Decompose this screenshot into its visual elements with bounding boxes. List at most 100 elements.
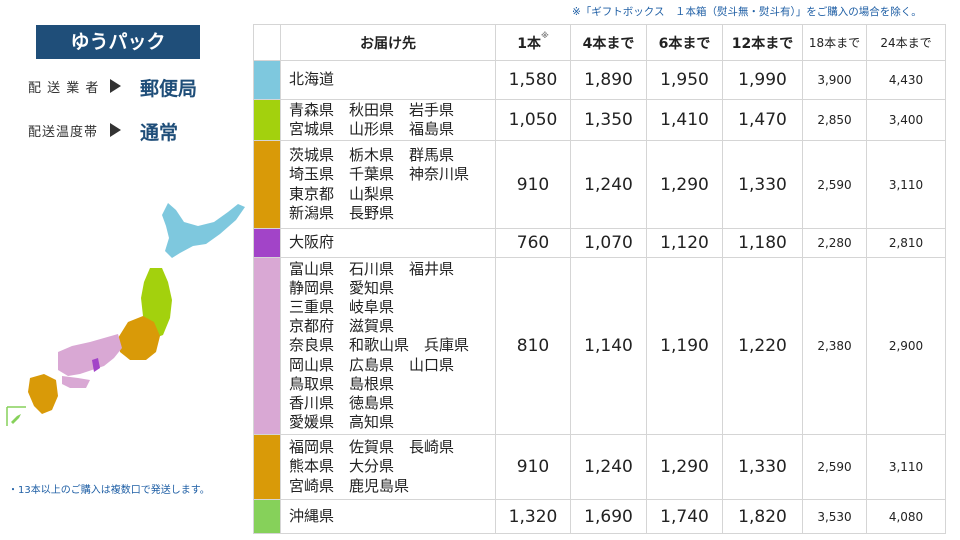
destination-cell: 茨城県 栃木県 群馬県 埼玉県 千葉県 神奈川県 東京都 山梨県 新潟県 長野県 xyxy=(280,140,496,229)
price-cell: 4,080 xyxy=(866,499,946,534)
prefecture-line: 北海道 xyxy=(289,70,335,89)
prefecture-line: 京都府 滋賀県 xyxy=(289,317,395,336)
prefecture-line: 茨城県 栃木県 群馬県 xyxy=(289,146,455,165)
exclusion-note: ※「ギフトボックス １本箱（熨斗無・熨斗有）」をご購入の場合を除く。 xyxy=(572,6,922,18)
prefecture-line: 新潟県 長野県 xyxy=(289,203,395,222)
price-cell: 1,290 xyxy=(646,140,723,229)
arrow-right-icon xyxy=(110,79,121,93)
temperature-label: 配送温度帯 xyxy=(28,125,99,140)
price-cell: 3,400 xyxy=(866,99,946,141)
price-cell: 4,430 xyxy=(866,60,946,100)
header-swatch xyxy=(253,24,281,61)
prefecture-line: 宮城県 山形県 福島県 xyxy=(289,120,455,138)
header-destination: お届け先 xyxy=(280,24,496,61)
price-cell: 2,900 xyxy=(866,257,946,435)
price-cell: 2,280 xyxy=(802,228,867,258)
prefecture-line: 愛媛県 高知県 xyxy=(289,413,395,432)
table-header-row: お届け先 1本※ 4本まで 6本まで 12本まで 18本まで 24本まで xyxy=(253,24,946,61)
price-cell: 1,290 xyxy=(646,434,723,500)
price-cell: 1,330 xyxy=(722,434,803,500)
price-cell: 760 xyxy=(495,228,571,258)
price-cell: 1,580 xyxy=(495,60,571,100)
table-row: 北海道 1,580 1,890 1,950 1,990 3,900 4,430 xyxy=(253,60,946,100)
header-4-bottles: 4本まで xyxy=(570,24,647,61)
table-row: 大阪府 760 1,070 1,120 1,180 2,280 2,810 xyxy=(253,228,946,258)
prefecture-line: 熊本県 大分県 xyxy=(289,457,395,476)
prefecture-line: 富山県 石川県 福井県 xyxy=(289,259,455,278)
map-chubu-kinki-chugoku xyxy=(58,334,122,376)
price-cell: 3,110 xyxy=(866,140,946,229)
price-cell: 2,850 xyxy=(802,99,867,141)
price-cell: 1,330 xyxy=(722,140,803,229)
price-cell: 1,690 xyxy=(570,499,647,534)
prefecture-line: 静岡県 愛知県 xyxy=(289,278,395,297)
price-cell: 1,320 xyxy=(495,499,571,534)
price-cell: 3,110 xyxy=(866,434,946,500)
region-color-swatch xyxy=(253,60,281,100)
price-cell: 1,890 xyxy=(570,60,647,100)
price-cell: 1,990 xyxy=(722,60,803,100)
price-cell: 1,350 xyxy=(570,99,647,141)
header-6-bottles: 6本まで xyxy=(646,24,723,61)
header-18-bottles: 18本まで xyxy=(802,24,867,61)
prefecture-line: 香川県 徳島県 xyxy=(289,394,395,412)
multi-package-note: ・13本以上のご購入は複数口で発送します。 xyxy=(8,485,210,496)
table-row: 青森県 秋田県 岩手県 宮城県 山形県 福島県 1,050 1,350 1,410 1,4… xyxy=(253,99,946,141)
carrier-label: 配 送 業 者 xyxy=(28,81,100,96)
arrow-right-icon xyxy=(110,123,121,137)
price-cell: 1,220 xyxy=(722,257,803,435)
carrier-brand-label: ゆうパック xyxy=(36,25,200,59)
prefecture-line: 埼玉県 千葉県 神奈川県 xyxy=(289,165,470,184)
price-cell: 1,240 xyxy=(570,140,647,229)
prefecture-line: 青森県 秋田県 岩手県 xyxy=(289,100,455,119)
price-cell: 910 xyxy=(495,140,571,229)
prefecture-line: 大阪府 xyxy=(289,233,335,252)
price-cell: 1,470 xyxy=(722,99,803,141)
japan-region-map xyxy=(6,203,245,426)
prefecture-line: 東京都 山梨県 xyxy=(289,184,395,203)
price-cell: 1,180 xyxy=(722,228,803,258)
table-row: 沖縄県 1,320 1,690 1,740 1,820 3,530 4,080 xyxy=(253,499,946,534)
price-cell: 1,140 xyxy=(570,257,647,435)
prefecture-line: 宮崎県 鹿児島県 xyxy=(289,476,410,495)
destination-cell: 青森県 秋田県 岩手県 宮城県 山形県 福島県 xyxy=(280,99,496,141)
region-color-swatch xyxy=(253,434,281,500)
price-cell: 1,410 xyxy=(646,99,723,141)
prefecture-line: 奈良県 和歌山県 兵庫県 xyxy=(289,336,470,355)
header-24-bottles: 24本まで xyxy=(866,24,946,61)
price-cell: 1,120 xyxy=(646,228,723,258)
map-shikoku xyxy=(62,376,90,388)
price-cell: 1,950 xyxy=(646,60,723,100)
region-color-swatch xyxy=(253,228,281,258)
table-row: 福岡県 佐賀県 長崎県 熊本県 大分県 宮崎県 鹿児島県 910 1,240 1,290 1… xyxy=(253,434,946,500)
price-cell: 2,380 xyxy=(802,257,867,435)
price-cell: 1,050 xyxy=(495,99,571,141)
price-cell: 810 xyxy=(495,257,571,435)
price-cell: 1,240 xyxy=(570,434,647,500)
map-okinawa xyxy=(11,414,21,424)
price-cell: 2,810 xyxy=(866,228,946,258)
region-color-swatch xyxy=(253,140,281,229)
price-cell: 1,820 xyxy=(722,499,803,534)
price-cell: 2,590 xyxy=(802,140,867,229)
shipping-rate-table: お届け先 1本※ 4本まで 6本まで 12本まで 18本まで 24本まで 北海道… xyxy=(253,24,946,534)
temperature-value: 通常 xyxy=(140,122,179,144)
table-row: 富山県 石川県 福井県 静岡県 愛知県 三重県 岐阜県 京都府 滋賀県 奈良県 和歌山県… xyxy=(253,257,946,435)
map-kanto xyxy=(118,316,160,360)
carrier-value: 郵便局 xyxy=(140,78,198,100)
price-cell: 2,590 xyxy=(802,434,867,500)
header-1-bottle: 1本※ xyxy=(495,24,571,61)
destination-cell: 福岡県 佐賀県 長崎県 熊本県 大分県 宮崎県 鹿児島県 xyxy=(280,434,496,500)
header-12-bottles: 12本まで xyxy=(722,24,803,61)
price-cell: 3,530 xyxy=(802,499,867,534)
prefecture-line: 岡山県 広島県 山口県 xyxy=(289,355,455,374)
prefecture-line: 沖縄県 xyxy=(289,506,335,525)
price-cell: 1,740 xyxy=(646,499,723,534)
destination-cell: 大阪府 xyxy=(280,228,496,258)
destination-cell: 北海道 xyxy=(280,60,496,100)
prefecture-line: 福岡県 佐賀県 長崎県 xyxy=(289,438,455,457)
price-cell: 910 xyxy=(495,434,571,500)
prefecture-line: 鳥取県 島根県 xyxy=(289,374,395,393)
map-kyushu xyxy=(28,374,58,414)
destination-cell: 富山県 石川県 福井県 静岡県 愛知県 三重県 岐阜県 京都府 滋賀県 奈良県 和歌山県… xyxy=(280,257,496,435)
